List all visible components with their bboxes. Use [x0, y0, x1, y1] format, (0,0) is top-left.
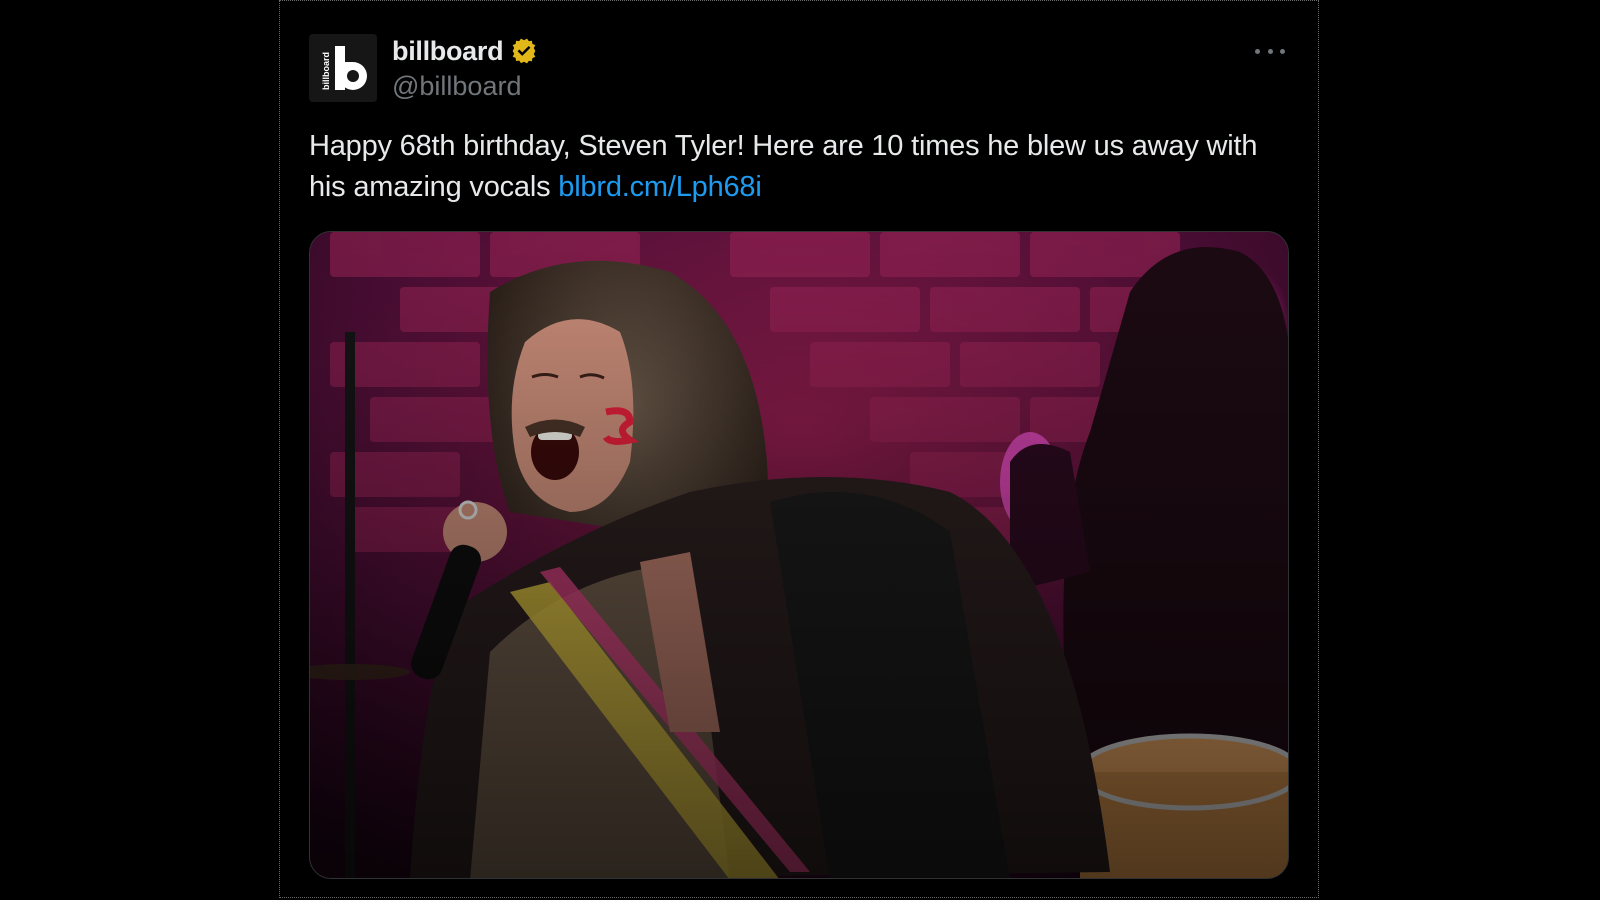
- verified-badge-icon: [512, 38, 536, 64]
- author-handle[interactable]: @billboard: [392, 71, 521, 102]
- tweet-text: Happy 68th birthday, Steven Tyler! Here …: [309, 126, 1269, 208]
- author-display-name[interactable]: billboard: [392, 36, 504, 67]
- author-name-row[interactable]: billboard: [392, 34, 538, 68]
- tweet-media[interactable]: [309, 231, 1289, 879]
- tweet-body: Happy 68th birthday, Steven Tyler! Here …: [309, 130, 1258, 203]
- billboard-logo-icon: billboard: [309, 34, 377, 102]
- more-options-icon[interactable]: [1255, 39, 1285, 63]
- more-dot: [1280, 48, 1285, 54]
- concert-photo-image: [310, 232, 1288, 878]
- more-dot: [1255, 48, 1260, 54]
- tweet-link[interactable]: blbrd.cm/Lph68i: [558, 171, 762, 203]
- more-dot: [1267, 48, 1273, 54]
- avatar[interactable]: billboard: [309, 34, 377, 102]
- tweet-card[interactable]: billboard billboard @billboard Happy 68t…: [279, 0, 1319, 898]
- avatar-wordmark: billboard: [321, 52, 331, 90]
